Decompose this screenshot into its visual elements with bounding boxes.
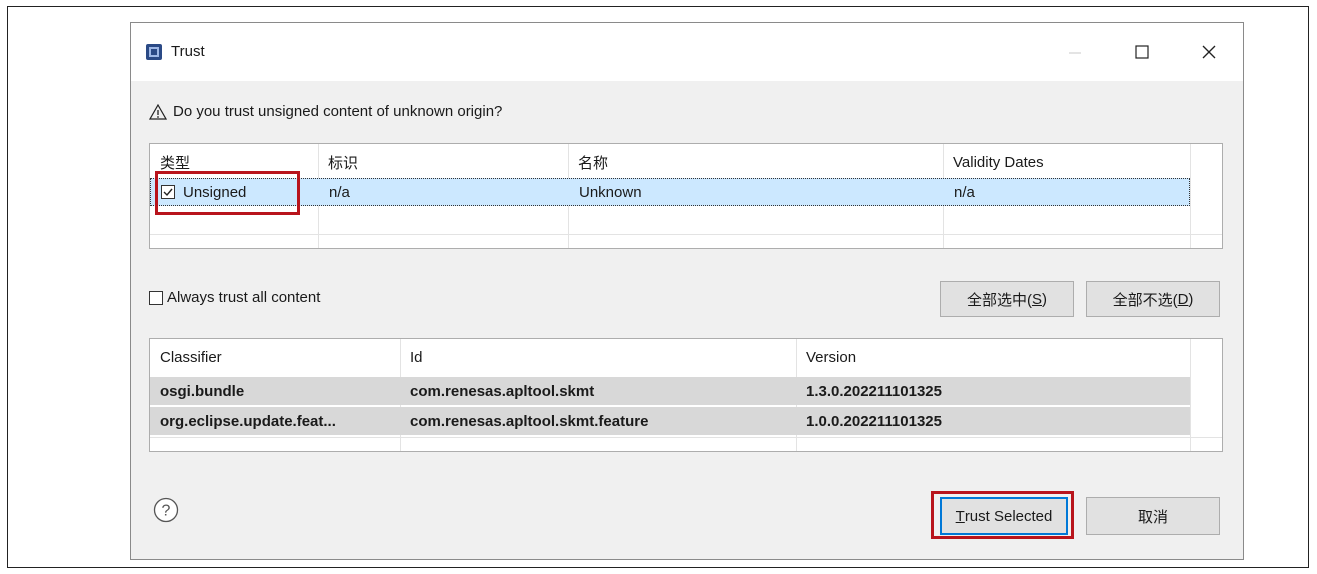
close-button[interactable] (1187, 33, 1231, 71)
row-name-cell: Unknown (579, 183, 642, 201)
column-header-id[interactable]: 标识 (318, 148, 568, 176)
certificates-table: 类型 标识 名称 Validity Dates Unsigned n/a Unk… (149, 143, 1223, 249)
dialog-title: Trust (171, 43, 205, 60)
column-header-name[interactable]: 名称 (568, 148, 943, 176)
row-id-cell: n/a (329, 183, 350, 201)
cancel-button[interactable]: 取消 (1086, 497, 1220, 535)
classifier-cell: osgi.bundle (160, 382, 245, 400)
highlight-box-trust-selected (931, 491, 1074, 539)
eclipse-app-icon (146, 44, 162, 60)
warning-icon (149, 103, 167, 120)
version-cell: 1.0.0.202211101325 (806, 412, 942, 430)
maximize-button[interactable] (1120, 33, 1164, 71)
maximize-icon (1135, 45, 1149, 59)
artifacts-table: Classifier Id Version osgi.bundle com.re… (149, 338, 1223, 452)
row-validity-cell: n/a (954, 183, 975, 201)
minimize-button[interactable] (1053, 33, 1097, 71)
certificates-table-header: 类型 标识 名称 Validity Dates (150, 148, 1190, 176)
table-row[interactable]: Unsigned n/a Unknown n/a (150, 178, 1190, 206)
column-header-validity[interactable]: Validity Dates (943, 148, 1190, 176)
classifier-cell: org.eclipse.update.feat... (160, 412, 336, 430)
column-header-version[interactable]: Version (796, 343, 1190, 371)
deselect-all-button[interactable]: 全部不选(D) (1086, 281, 1220, 317)
close-icon (1202, 45, 1216, 59)
title-bar: Trust (131, 23, 1243, 81)
trust-question: Do you trust unsigned content of unknown… (149, 103, 502, 120)
artifacts-table-header: Classifier Id Version (150, 343, 1190, 371)
select-all-button[interactable]: 全部选中(S) (940, 281, 1074, 317)
help-icon[interactable]: ? (153, 497, 179, 523)
trust-dialog: Trust Do you trust unsigned content of u… (130, 22, 1244, 560)
highlight-box-unsigned (155, 171, 300, 215)
always-trust-option[interactable]: Always trust all content (149, 289, 320, 306)
minimize-icon (1069, 52, 1081, 54)
svg-text:?: ? (162, 503, 171, 520)
version-cell: 1.3.0.202211101325 (806, 382, 942, 400)
column-header-classifier[interactable]: Classifier (150, 343, 400, 371)
table-row[interactable]: osgi.bundle com.renesas.apltool.skmt 1.3… (150, 377, 1190, 405)
question-text: Do you trust unsigned content of unknown… (173, 103, 503, 120)
column-header-artifact-id[interactable]: Id (400, 343, 796, 371)
always-trust-checkbox[interactable] (149, 290, 163, 305)
always-trust-label: Always trust all content (167, 289, 321, 306)
artifact-id-cell: com.renesas.apltool.skmt.feature (410, 412, 649, 430)
artifact-id-cell: com.renesas.apltool.skmt (410, 382, 595, 400)
table-row[interactable]: org.eclipse.update.feat... com.renesas.a… (150, 407, 1190, 435)
